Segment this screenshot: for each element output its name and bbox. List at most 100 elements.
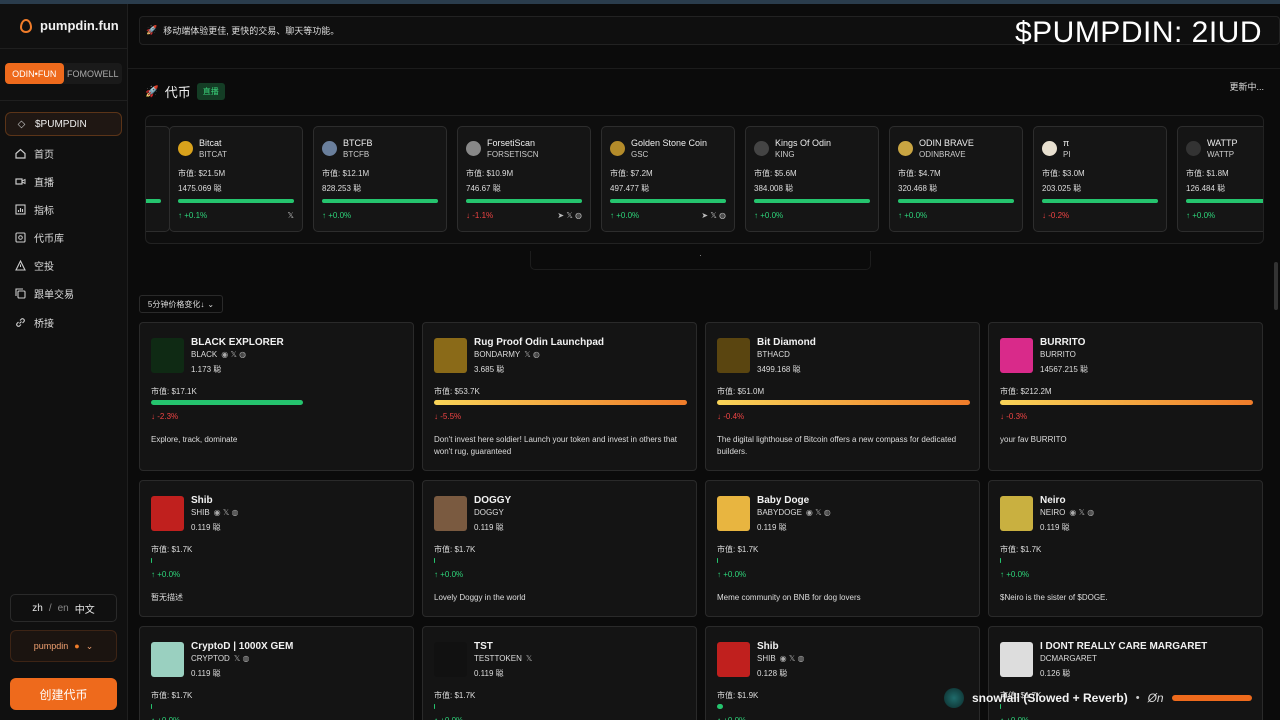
token-card[interactable]: TST TESTTOKEN 𝕏 0.119 聪市值: $1.7K ↑ +0.0% <box>422 626 697 720</box>
social-links[interactable]: ◉ 𝕏 ◍ <box>780 654 805 663</box>
token-symbol: SHIB <box>191 508 210 517</box>
change-value: +0.0% <box>723 716 746 720</box>
app-root: pumpdin.fun ODIN•FUN FOMOWELL ◇ $PUMPDIN… <box>0 0 1280 720</box>
token-symbol: DOGGY <box>474 508 504 517</box>
token-card[interactable]: BURRITO BURRITO 14567.215 聪市值: $212.2M ↓ -0… <box>988 322 1263 471</box>
sidebar-item-token-library[interactable]: 代币库 <box>5 225 122 249</box>
sidebar-item-pumpdin[interactable]: ◇ $PUMPDIN <box>5 112 122 136</box>
token-name: Rug Proof Odin Launchpad <box>474 337 604 348</box>
token-name: Bitcat <box>199 138 222 148</box>
token-card[interactable]: DOGGY DOGGY 0.119 聪市值: $1.7K ↑ +0.0% Lovely … <box>422 480 697 617</box>
shib-icon <box>151 496 184 531</box>
price-sats: 0.119 聪 <box>1040 523 1070 532</box>
social-links[interactable]: 𝕏 ◍ <box>524 350 540 359</box>
track-artist: Øn <box>1147 691 1164 705</box>
progress-bar <box>898 199 1014 203</box>
token-ticker[interactable]: Bitcat BITCAT 市值: $21.5M 1475.069 聪 ↑ +0.1% 𝕏… <box>145 115 1264 244</box>
arrow-up-icon: ↑ <box>717 570 721 579</box>
social-links[interactable]: ◉ 𝕏 ◍ <box>1069 508 1094 517</box>
ticker-card[interactable]: BTCFB BTCFB 市值: $12.1M 828.253 聪 ↑ +0.0% <box>313 126 447 232</box>
platform-toggle: ODIN•FUN FOMOWELL <box>5 63 122 84</box>
token-symbol: CRYPTOD <box>191 654 230 663</box>
sidebar-item-airdrop[interactable]: 空投 <box>5 253 122 277</box>
sidebar-item-live[interactable]: 直播 <box>5 169 122 193</box>
token-symbol-row: DOGGY <box>474 508 508 517</box>
progress-bar <box>322 199 438 203</box>
token-card[interactable]: Shib SHIB ◉ 𝕏 ◍ 0.119 聪市值: $1.7K ↑ +0.0% 暂无描述 <box>139 480 414 617</box>
token-card[interactable]: BLACK EXPLORER BLACK ◉ 𝕏 ◍ 1.173 聪市值: $17.1… <box>139 322 414 471</box>
progress-bar <box>1000 558 1001 563</box>
lang-chinese[interactable]: 中文 <box>75 601 95 616</box>
price-sats: 0.128 聪 <box>757 669 788 678</box>
language-switcher[interactable]: zh / en 中文 <box>10 594 117 622</box>
token-card[interactable]: Bit Diamond BTHACD 3499.168 聪市值: $51.0M ↓ -… <box>705 322 980 471</box>
token-name: BTCFB <box>343 138 373 148</box>
create-token-button[interactable]: 创建代币 <box>10 678 117 710</box>
lang-zh[interactable]: zh <box>32 603 43 614</box>
price-sats: 320.468 聪 <box>898 184 938 193</box>
token-name: Shib <box>191 495 213 506</box>
social-links[interactable]: ➤ 𝕏 ◍ <box>701 211 726 220</box>
token-avatar-icon <box>1042 141 1057 156</box>
price-sats: 203.025 聪 <box>1042 184 1082 193</box>
ticker-card[interactable]: π PI 市值: $3.0M 203.025 聪 ↓ -0.2% <box>1033 126 1167 232</box>
social-links[interactable]: 𝕏 <box>526 654 532 663</box>
user-menu[interactable]: pumpdin ● ⌄ <box>10 630 117 662</box>
playback-progress[interactable] <box>1171 695 1252 701</box>
token-card[interactable]: Shib SHIB ◉ 𝕏 ◍ 0.128 聪市值: $1.9K ↑ +0.0% <box>705 626 980 720</box>
scrollbar[interactable] <box>1274 262 1278 310</box>
token-symbol: KING <box>775 150 795 159</box>
price-sats: 14567.215 聪 <box>1040 365 1089 374</box>
token-symbol: SHIB <box>757 654 776 663</box>
social-links[interactable]: 𝕏 ◍ <box>234 654 250 663</box>
token-card[interactable]: Rug Proof Odin Launchpad BONDARMY 𝕏 ◍ 3.685… <box>422 322 697 471</box>
sidebar-item-bridge[interactable]: 桥接 <box>5 310 122 334</box>
sidebar-item-label: 首页 <box>34 149 54 161</box>
token-avatar-icon <box>322 141 337 156</box>
token-name: Bit Diamond <box>757 337 816 348</box>
sidebar-item-copy-trading[interactable]: 跟单交易 <box>5 281 122 305</box>
video-icon <box>15 176 26 187</box>
token-name: ForsetiScan <box>487 138 536 148</box>
sort-dropdown[interactable]: 5分钟价格变化↓ ⌄ <box>139 295 223 313</box>
change-value: +0.0% <box>760 211 784 220</box>
live-badge[interactable]: 直播 <box>196 83 225 100</box>
social-links[interactable]: ◉ 𝕏 ◍ <box>806 508 831 517</box>
sidebar-item-home[interactable]: 首页 <box>5 141 122 165</box>
music-player[interactable]: snowfall (Slowed + Reverb) • Øn <box>944 684 1274 712</box>
social-links[interactable]: ◉ 𝕏 ◍ <box>221 350 246 359</box>
social-links[interactable]: 𝕏 <box>288 211 294 220</box>
progress-bar <box>151 704 152 709</box>
arrow-up-icon: ↑ <box>717 716 721 720</box>
tab-odin-fun[interactable]: ODIN•FUN <box>5 63 64 84</box>
price-sats: 3499.168 聪 <box>757 365 801 374</box>
lang-en[interactable]: en <box>58 603 69 614</box>
ticker-card[interactable]: Bitcat BITCAT 市值: $21.5M 1475.069 聪 ↑ +0.1% 𝕏 <box>169 126 303 232</box>
chevron-down-icon: ⌄ <box>85 640 94 651</box>
progress-bar <box>754 199 870 203</box>
token-card[interactable]: Baby Doge BABYDOGE ◉ 𝕏 ◍ 0.119 聪市值: $1.7K ↑ … <box>705 480 980 617</box>
arrow-down-icon: ↓ <box>1000 412 1004 421</box>
token-name: CryptoD | 1000X GEM <box>191 641 294 652</box>
sidebar-item-metrics[interactable]: 指标 <box>5 197 122 221</box>
ticker-card[interactable] <box>146 126 170 232</box>
coins-header: 🚀 代币 直播 <box>145 82 225 101</box>
ticker-card[interactable]: ForsetiScan FORSETISCN 市值: $10.9M 746.67 聪 ↓… <box>457 126 591 232</box>
token-description: Don't invest here soldier! Launch your t… <box>434 435 678 456</box>
progress-fill <box>610 199 726 203</box>
token-card[interactable]: CryptoD | 1000X GEM CRYPTOD 𝕏 ◍ 0.119 聪市值: … <box>139 626 414 720</box>
social-links[interactable]: ➤ 𝕏 ◍ <box>557 211 582 220</box>
market-cap: 市值: $5.6M <box>754 169 797 178</box>
coin-icon <box>434 338 467 373</box>
tab-fomowell[interactable]: FOMOWELL <box>64 63 123 84</box>
token-description: Lovely Doggy in the world <box>434 593 526 602</box>
token-card[interactable]: Neiro NEIRO ◉ 𝕏 ◍ 0.119 聪市值: $1.7K ↑ +0.0% $N… <box>988 480 1263 617</box>
ticker-card[interactable]: ODIN BRAVE ODINBRAVE 市值: $4.7M 320.468 聪 ↑ +… <box>889 126 1023 232</box>
ticker-card[interactable]: Kings Of Odin KING 市值: $5.6M 384.008 聪 ↑ +0.… <box>745 126 879 232</box>
social-links[interactable]: ◉ 𝕏 ◍ <box>214 508 239 517</box>
token-avatar-icon <box>178 141 193 156</box>
market-cap: 市值: $53.7K <box>434 387 480 396</box>
brand[interactable]: pumpdin.fun <box>20 18 119 33</box>
ticker-card[interactable]: WATTP WATTP 市值: $1.8M 126.484 聪 ↑ +0.0% <box>1177 126 1263 232</box>
ticker-card[interactable]: Golden Stone Coin GSC 市值: $7.2M 497.477 聪 ↑ … <box>601 126 735 232</box>
